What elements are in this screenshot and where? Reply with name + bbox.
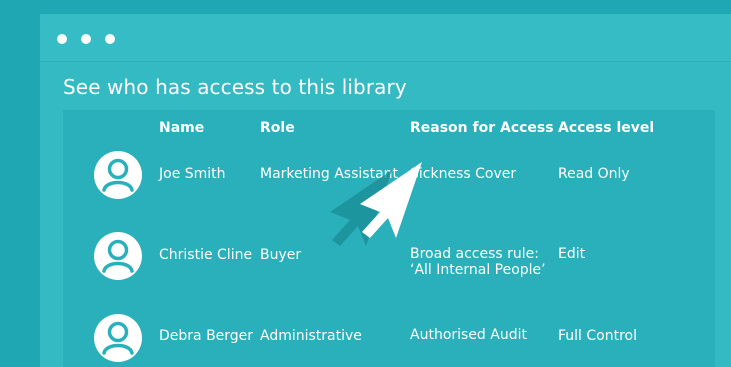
row-3-role: Administrative — [260, 328, 362, 344]
row-2-role: Buyer — [260, 247, 302, 263]
column-header-access-level: Access level — [558, 120, 655, 136]
window-titlebar — [40, 14, 731, 62]
row-2-name: Christie Cline — [159, 247, 253, 263]
row-3-reason: Authorised Audit — [410, 327, 527, 343]
user-avatar-icon — [94, 314, 142, 362]
page-title: See who has access to this library — [63, 75, 407, 99]
window-dot-2[interactable] — [81, 34, 91, 44]
column-header-name: Name — [159, 120, 205, 136]
row-2-access-level[interactable]: Edit — [558, 246, 585, 262]
window-dot-1[interactable] — [57, 34, 67, 44]
pointer-cursor-icon — [330, 162, 422, 246]
row-3-name: Debra Berger — [159, 328, 254, 344]
row-3-access-level[interactable]: Full Control — [558, 328, 637, 344]
window-dot-3[interactable] — [105, 34, 115, 44]
user-avatar-icon — [94, 232, 142, 280]
user-avatar-icon — [94, 151, 142, 199]
page: See who has access to this library Name … — [0, 0, 731, 367]
row-1-name: Joe Smith — [159, 166, 226, 182]
row-2-reason-line-2: ‘All Internal People’ — [410, 262, 546, 278]
column-header-reason: Reason for Access — [410, 120, 554, 136]
column-header-role: Role — [260, 120, 295, 136]
row-1-access-level[interactable]: Read Only — [558, 166, 630, 182]
